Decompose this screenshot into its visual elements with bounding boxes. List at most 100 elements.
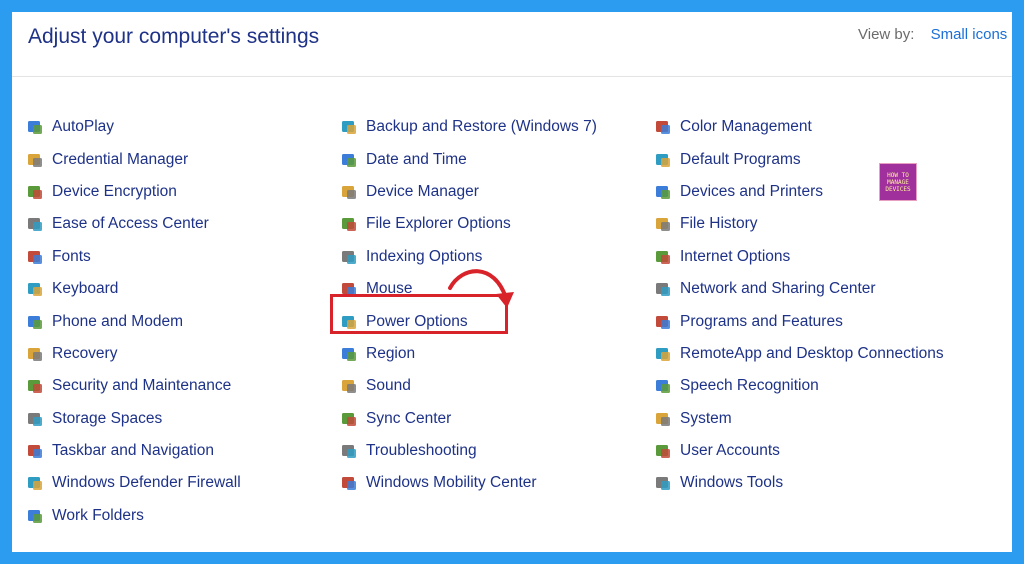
settings-item-taskbar-and-navigation[interactable]: Taskbar and Navigation (26, 435, 336, 467)
phone-modem-icon (26, 313, 44, 331)
settings-item-label: User Accounts (680, 442, 780, 460)
settings-item-file-explorer-options[interactable]: File Explorer Options (340, 208, 650, 240)
settings-item-remoteapp-and-desktop-connections[interactable]: RemoteApp and Desktop Connections (654, 338, 964, 370)
settings-item-windows-mobility-center[interactable]: Windows Mobility Center (340, 467, 650, 499)
settings-item-label: Fonts (52, 247, 91, 265)
settings-item-user-accounts[interactable]: User Accounts (654, 435, 964, 467)
settings-item-work-folders[interactable]: Work Folders (26, 500, 336, 532)
settings-item-label: Date and Time (366, 150, 467, 168)
settings-item-label: Sync Center (366, 409, 452, 427)
settings-item-label: Backup and Restore (Windows 7) (366, 118, 597, 136)
settings-item-label: AutoPlay (52, 118, 115, 136)
settings-item-devices-and-printers[interactable]: Devices and Printers (654, 176, 964, 208)
file-history-icon (654, 215, 672, 233)
settings-item-label: Default Programs (680, 150, 801, 168)
settings-item-label: Phone and Modem (52, 312, 183, 330)
settings-item-label: Recovery (52, 344, 118, 362)
device-encryption-icon (26, 183, 44, 201)
settings-item-default-programs[interactable]: Default Programs (654, 143, 964, 175)
settings-item-ease-of-access-center[interactable]: Ease of Access Center (26, 208, 336, 240)
speech-recognition-icon (654, 377, 672, 395)
firewall-icon (26, 474, 44, 492)
settings-item-label: Windows Mobility Center (366, 474, 537, 492)
region-icon (340, 345, 358, 363)
file-explorer-options-icon (340, 215, 358, 233)
settings-item-label: File Explorer Options (366, 215, 511, 233)
settings-item-file-history[interactable]: File History (654, 208, 964, 240)
user-accounts-icon (654, 442, 672, 460)
settings-item-sync-center[interactable]: Sync Center (340, 403, 650, 435)
settings-item-label: Storage Spaces (52, 409, 163, 427)
settings-item-label: Windows Tools (680, 474, 784, 492)
work-folders-icon (26, 507, 44, 525)
keyboard-icon (26, 280, 44, 298)
device-manager-icon (340, 183, 358, 201)
ease-of-access-icon (26, 215, 44, 233)
settings-item-label: File History (680, 215, 758, 233)
programs-features-icon (654, 313, 672, 331)
settings-item-troubleshooting[interactable]: Troubleshooting (340, 435, 650, 467)
settings-item-label: Programs and Features (680, 312, 843, 330)
settings-item-label: Color Management (680, 118, 812, 136)
fonts-icon (26, 248, 44, 266)
view-by: View by: Small icons (858, 26, 1007, 43)
indexing-options-icon (340, 248, 358, 266)
remoteapp-icon (654, 345, 672, 363)
settings-item-label: Troubleshooting (366, 442, 477, 460)
settings-item-network-and-sharing-center[interactable]: Network and Sharing Center (654, 273, 964, 305)
settings-item-color-management[interactable]: Color Management (654, 111, 964, 143)
settings-item-backup-and-restore-windows-7[interactable]: Backup and Restore (Windows 7) (340, 111, 650, 143)
settings-item-region[interactable]: Region (340, 338, 650, 370)
settings-item-device-manager[interactable]: Device Manager (340, 176, 650, 208)
sync-center-icon (340, 410, 358, 428)
storage-spaces-icon (26, 410, 44, 428)
settings-item-storage-spaces[interactable]: Storage Spaces (26, 403, 336, 435)
settings-item-label: Device Encryption (52, 182, 177, 200)
mobility-center-icon (340, 474, 358, 492)
settings-item-sound[interactable]: Sound (340, 370, 650, 402)
settings-item-label: Devices and Printers (680, 182, 824, 200)
settings-item-programs-and-features[interactable]: Programs and Features (654, 305, 964, 337)
settings-item-internet-options[interactable]: Internet Options (654, 241, 964, 273)
settings-item-label: Region (366, 344, 416, 362)
control-panel-window: Adjust your computer's settings View by:… (12, 12, 1012, 552)
settings-item-phone-and-modem[interactable]: Phone and Modem (26, 305, 336, 337)
settings-item-date-and-time[interactable]: Date and Time (340, 143, 650, 175)
red-arrow-annotation (448, 269, 514, 308)
system-icon (654, 410, 672, 428)
settings-item-keyboard[interactable]: Keyboard (26, 273, 336, 305)
color-management-icon (654, 118, 672, 136)
settings-item-windows-defender-firewall[interactable]: Windows Defender Firewall (26, 467, 336, 499)
settings-item-autoplay[interactable]: AutoPlay (26, 111, 336, 143)
settings-item-label: Credential Manager (52, 150, 189, 168)
settings-item-label: Keyboard (52, 280, 119, 298)
view-by-dropdown[interactable]: Small icons (931, 26, 1008, 43)
settings-item-label: Ease of Access Center (52, 215, 209, 233)
settings-item-speech-recognition[interactable]: Speech Recognition (654, 370, 964, 402)
default-programs-icon (654, 151, 672, 169)
settings-item-windows-tools[interactable]: Windows Tools (654, 467, 964, 499)
settings-item-credential-manager[interactable]: Credential Manager (26, 143, 336, 175)
settings-item-system[interactable]: System (654, 403, 964, 435)
settings-item-fonts[interactable]: Fonts (26, 241, 336, 273)
page-title: Adjust your computer's settings (28, 25, 320, 48)
settings-item-label: Sound (366, 377, 411, 395)
settings-item-label: Speech Recognition (680, 377, 819, 395)
settings-item-label: RemoteApp and Desktop Connections (680, 344, 944, 362)
sound-icon (340, 377, 358, 395)
settings-item-label: Network and Sharing Center (680, 280, 876, 298)
settings-item-label: Security and Maintenance (52, 377, 232, 395)
settings-item-label: Windows Defender Firewall (52, 474, 241, 492)
settings-item-label: System (680, 409, 732, 427)
credential-manager-icon (26, 151, 44, 169)
windows-tools-icon (654, 474, 672, 492)
settings-item-label: Work Folders (52, 506, 144, 524)
settings-item-recovery[interactable]: Recovery (26, 338, 336, 370)
autoplay-icon (26, 118, 44, 136)
date-time-icon (340, 151, 358, 169)
header: Adjust your computer's settings View by:… (12, 12, 1012, 77)
settings-item-label: Taskbar and Navigation (52, 442, 214, 460)
recovery-icon (26, 345, 44, 363)
settings-item-security-and-maintenance[interactable]: Security and Maintenance (26, 370, 336, 402)
settings-item-device-encryption[interactable]: Device Encryption (26, 176, 336, 208)
